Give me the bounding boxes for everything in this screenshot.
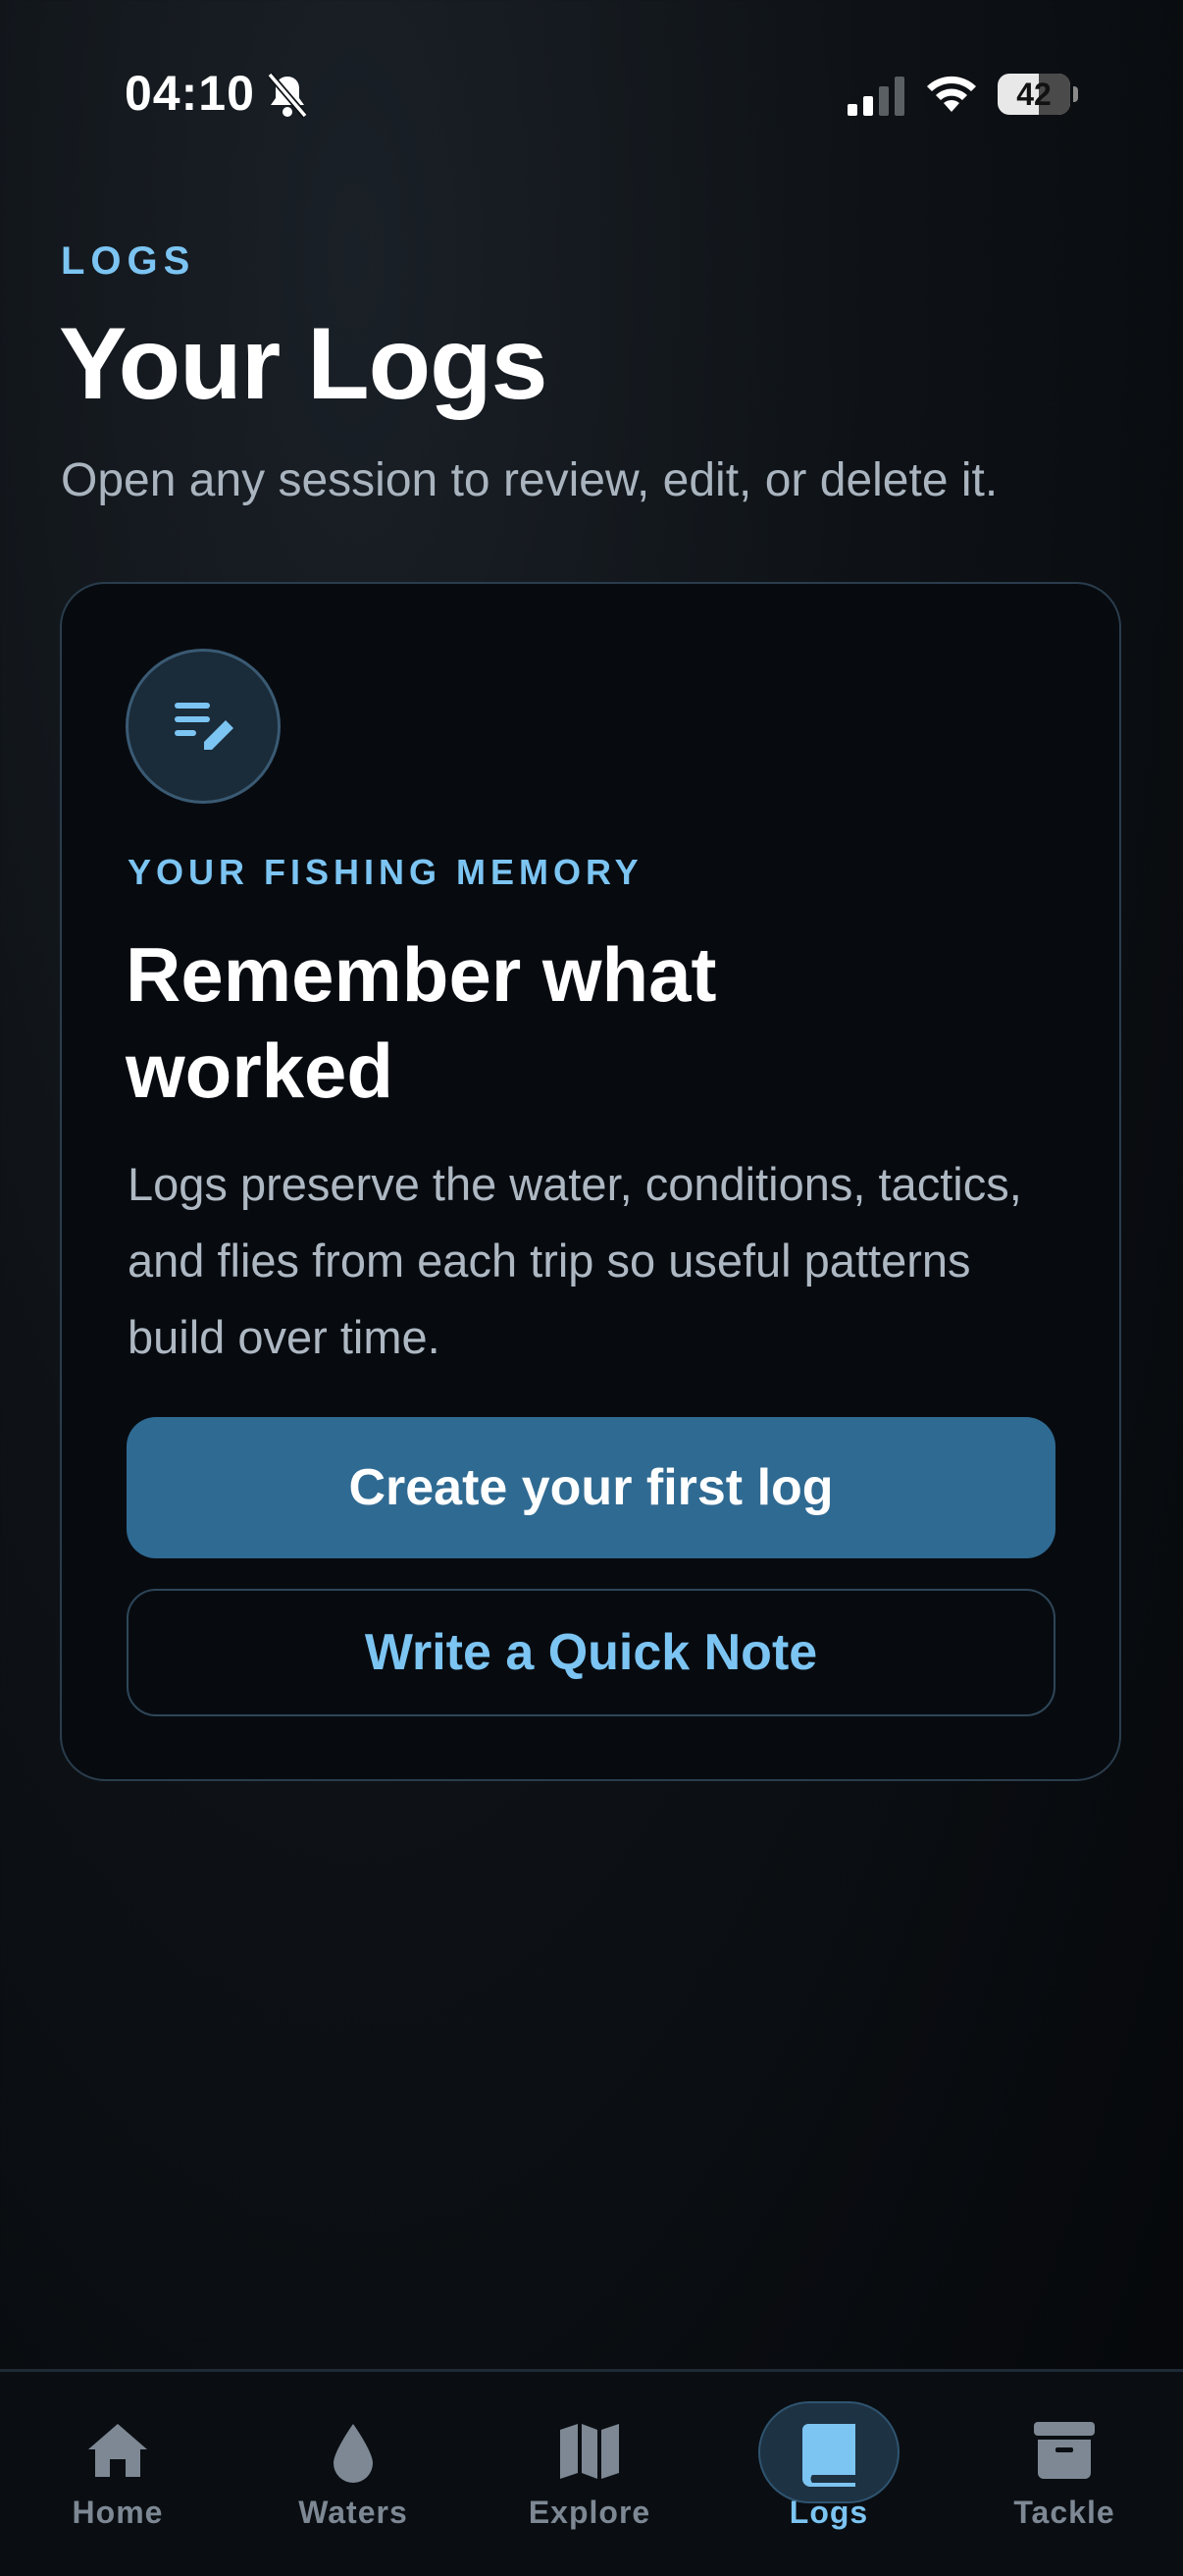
wifi-icon	[927, 76, 976, 112]
cellular-signal-icon	[848, 77, 904, 116]
tab-label: Explore	[528, 2495, 651, 2530]
page-subtitle: Open any session to review, edit, or del…	[61, 454, 999, 506]
bell-muted-icon	[267, 72, 308, 119]
tab-explore[interactable]: Explore	[491, 2369, 688, 2573]
tab-waters[interactable]: Waters	[255, 2369, 451, 2573]
card-title: Remember what worked	[126, 931, 717, 1114]
map-icon	[560, 2424, 619, 2479]
card-description: Logs preserve the water, conditions, tac…	[128, 1158, 1022, 1363]
status-bar: 04:10 42	[0, 0, 1183, 186]
write-quick-note-button[interactable]: Write a Quick Note	[127, 1589, 1055, 1716]
tab-label: Logs	[789, 2495, 869, 2530]
tab-home[interactable]: Home	[20, 2369, 216, 2573]
create-first-log-button[interactable]: Create your first log	[127, 1417, 1055, 1558]
water-drop-icon	[334, 2424, 373, 2483]
tab-label: Home	[72, 2495, 164, 2530]
card-eyebrow: YOUR FISHING MEMORY	[128, 852, 643, 892]
status-time: 04:10	[125, 66, 255, 121]
section-eyebrow: LOGS	[61, 239, 196, 283]
tab-logs[interactable]: Logs	[731, 2369, 927, 2573]
edit-note-icon	[175, 703, 233, 750]
card-icon-circle	[126, 649, 281, 804]
tab-tackle[interactable]: Tackle	[966, 2369, 1162, 2573]
battery-level: 42	[1016, 77, 1052, 112]
page-title: Your Logs	[59, 307, 547, 421]
tackle-box-icon	[1034, 2422, 1095, 2479]
tab-label: Tackle	[1013, 2495, 1115, 2530]
battery-indicator: 42	[998, 74, 1078, 115]
tab-label: Waters	[298, 2495, 408, 2530]
home-icon	[88, 2424, 147, 2477]
book-icon	[802, 2424, 855, 2487]
